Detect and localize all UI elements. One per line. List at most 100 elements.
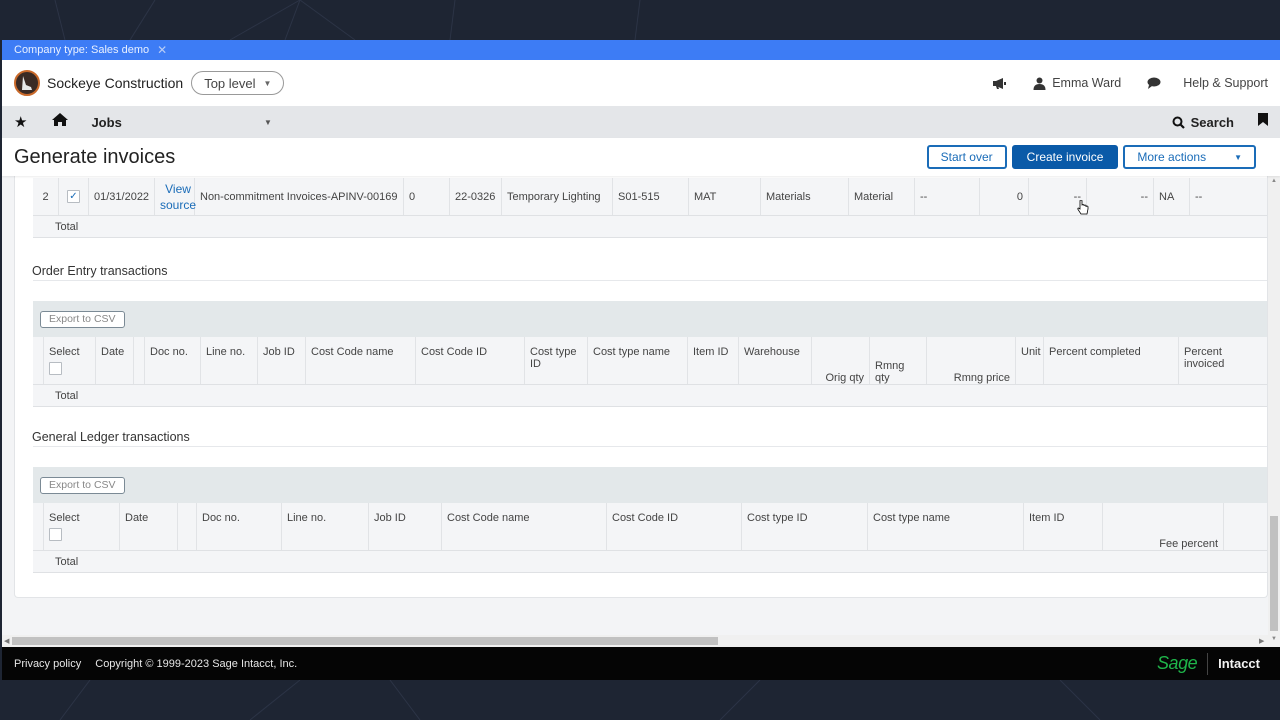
order-entry-header-row: Select Date Doc no. Line no. Job ID Cost Code… (33, 337, 1267, 385)
column-header[interactable]: Fee percent (1103, 503, 1224, 550)
column-header[interactable]: Warehouse (739, 337, 812, 384)
page-title: Generate invoices (14, 145, 176, 168)
transactions-panel: 2 ✓ 01/31/2022 View source Non-commitmen… (14, 176, 1268, 598)
module-menu-jobs[interactable]: Jobs (91, 115, 121, 130)
user-menu[interactable]: Emma Ward (1033, 76, 1121, 90)
scroll-down-icon[interactable]: ▼ (1271, 636, 1277, 642)
row-spacer (33, 503, 44, 550)
column-header-label: Cost Code ID (421, 346, 488, 358)
column-header[interactable]: Line no. (282, 503, 369, 550)
general-ledger-header-row: Select Date Doc no. Line no. Job ID Cost Code… (33, 503, 1267, 551)
column-header[interactable]: Cost type name (588, 337, 688, 384)
column-header-label: Percent completed (1049, 346, 1141, 358)
level-selector[interactable]: Top level ▼ (191, 71, 285, 95)
value-cell: -- (1087, 178, 1154, 215)
doc-cell: Non-commitment Invoices-APINV-00169 (195, 178, 404, 215)
mouse-cursor-icon (1077, 200, 1089, 215)
column-header[interactable]: Line no. (201, 337, 258, 384)
value-cell: -- (915, 178, 980, 215)
scroll-right-icon[interactable]: ▶ (1259, 637, 1264, 645)
divider (33, 446, 1267, 447)
select-all-checkbox[interactable] (49, 362, 62, 375)
value-cell: NA (1154, 178, 1190, 215)
column-header[interactable]: Job ID (369, 503, 442, 550)
column-header-label: Cost Code name (311, 346, 394, 358)
vertical-scroll-thumb[interactable] (1270, 516, 1278, 631)
search-button[interactable]: Search (1172, 115, 1234, 130)
horizontal-scroll-thumb[interactable] (12, 637, 718, 645)
select-all-checkbox[interactable] (49, 528, 62, 541)
column-header[interactable]: Date (120, 503, 178, 550)
sage-logo: Sage (1157, 653, 1198, 673)
help-support-link[interactable]: Help & Support (1183, 76, 1268, 90)
column-header-label: Cost type name (873, 512, 951, 524)
column-header[interactable]: Rmng qty (870, 337, 927, 384)
column-header[interactable]: Unit (1016, 337, 1044, 384)
horizontal-scrollbar[interactable]: ◀ ▶ (2, 635, 1268, 647)
column-header[interactable]: Percent completed (1044, 337, 1179, 384)
item-cell: Material (849, 178, 915, 215)
column-header[interactable]: Cost type name (868, 503, 1024, 550)
order-entry-toolbar: Export to CSV (33, 301, 1267, 337)
create-invoice-button[interactable]: Create invoice (1011, 145, 1119, 169)
column-header[interactable]: Cost type ID (525, 337, 588, 384)
column-header-label: Fee percent (1159, 538, 1218, 550)
close-icon[interactable]: ✕ (157, 40, 167, 60)
row-checkbox[interactable]: ✓ (67, 190, 80, 203)
column-header[interactable] (1224, 503, 1267, 550)
page-title-bar: Generate invoices Start over Create invo… (2, 138, 1280, 176)
column-header-label: Date (125, 512, 149, 524)
announcement-icon[interactable] (992, 77, 1007, 90)
column-header[interactable]: Item ID (1024, 503, 1103, 550)
search-label: Search (1190, 114, 1234, 130)
export-csv-button[interactable]: Export to CSV (40, 310, 125, 328)
home-icon[interactable] (51, 112, 69, 132)
column-header[interactable]: Job ID (258, 337, 306, 384)
column-header[interactable] (178, 503, 197, 550)
chevron-down-icon: ▼ (1234, 152, 1242, 162)
column-header[interactable]: Cost type ID (742, 503, 868, 550)
footer: Privacy policy Copyright © 1999-2023 Sag… (2, 647, 1280, 680)
column-header-label: Item ID (693, 346, 729, 358)
chat-icon[interactable] (1147, 77, 1161, 89)
star-icon[interactable]: ★ (14, 113, 27, 131)
column-header[interactable]: Doc no. (197, 503, 282, 550)
column-header[interactable]: Cost Code ID (416, 337, 525, 384)
column-header[interactable]: Rmng price (927, 337, 1016, 384)
export-csv-button[interactable]: Export to CSV (40, 476, 125, 494)
chevron-down-icon[interactable]: ▼ (264, 118, 272, 127)
column-header-label: Select (49, 346, 80, 358)
column-header[interactable]: Cost Code ID (607, 503, 742, 550)
column-header[interactable]: Date (96, 337, 134, 384)
total-row: Total (33, 385, 1267, 407)
cost-code-name-cell: Temporary Lighting (502, 178, 613, 215)
column-header[interactable]: Cost Code name (306, 337, 416, 384)
value-cell: 0 (980, 178, 1029, 215)
column-header-label: Job ID (263, 346, 295, 358)
privacy-policy-link[interactable]: Privacy policy (14, 658, 81, 670)
column-header[interactable]: Select (44, 503, 120, 550)
chevron-down-icon: ▼ (263, 78, 272, 88)
copyright-text: Copyright © 1999-2023 Sage Intacct, Inc. (95, 657, 298, 670)
column-header-label: Select (49, 512, 80, 524)
total-row: Total (33, 551, 1267, 573)
bookmark-icon[interactable] (1258, 113, 1268, 131)
column-header[interactable]: Item ID (688, 337, 739, 384)
column-header[interactable]: Orig qty (812, 337, 870, 384)
scroll-left-icon[interactable]: ◀ (4, 637, 9, 645)
column-header-label: Cost Code ID (612, 512, 679, 524)
column-header[interactable]: Percent invoiced (1179, 337, 1267, 384)
start-over-button[interactable]: Start over (926, 145, 1007, 169)
more-actions-button[interactable]: More actions ▼ (1123, 145, 1256, 169)
company-logo[interactable] (14, 70, 40, 96)
source-cell: View source (155, 178, 196, 215)
top-header: Sockeye Construction Top level ▼ Emma Wa… (2, 60, 1280, 106)
column-header[interactable] (134, 337, 145, 384)
vertical-scrollbar[interactable]: ▲ ▼ (1268, 176, 1280, 648)
column-header[interactable]: Select (44, 337, 96, 384)
company-name[interactable]: Sockeye Construction (47, 75, 183, 91)
scroll-up-icon[interactable]: ▲ (1271, 178, 1277, 184)
view-source-link[interactable]: View source (160, 181, 196, 213)
column-header[interactable]: Doc no. (145, 337, 201, 384)
column-header[interactable]: Cost Code name (442, 503, 607, 550)
